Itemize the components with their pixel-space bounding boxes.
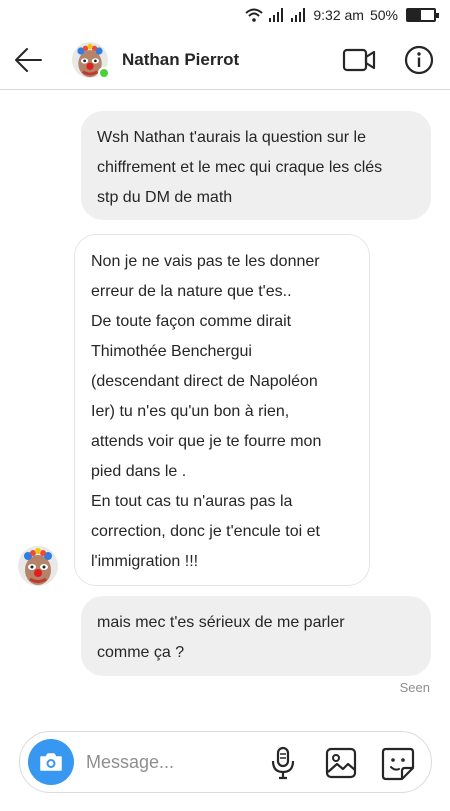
battery-level	[408, 10, 421, 20]
status-time: 9:32 am	[313, 7, 364, 23]
message-line: pied dans le .	[91, 463, 187, 480]
message-composer	[19, 731, 432, 793]
back-arrow-icon	[15, 48, 42, 72]
status-bar: 9:32 am 50%	[0, 0, 450, 30]
contact-avatar-button[interactable]	[72, 42, 110, 79]
camera-button[interactable]	[28, 739, 74, 785]
message-line: erreur de la nature que t'es..	[91, 283, 292, 300]
sticker-button[interactable]	[380, 746, 416, 782]
sender-avatar[interactable]	[18, 546, 58, 586]
video-camera-icon	[342, 48, 376, 72]
sent-message[interactable]: mais mec t'es sérieux de me parler comme…	[81, 596, 431, 676]
message-line: correction, donc je t'encule toi et	[91, 523, 320, 540]
message-line: Non je ne vais pas te les donner	[91, 253, 320, 270]
seen-indicator: Seen	[399, 680, 430, 695]
chat-header: Nathan Pierrot	[0, 30, 450, 90]
back-button[interactable]	[14, 47, 42, 73]
camera-icon	[40, 753, 62, 771]
microphone-icon	[271, 746, 295, 780]
gallery-button[interactable]	[324, 746, 358, 780]
video-call-button[interactable]	[342, 46, 376, 74]
gallery-icon	[325, 747, 357, 779]
message-input[interactable]	[86, 748, 266, 776]
battery-percentage: 50%	[369, 7, 398, 23]
message-line: l'immigration !!!	[91, 553, 199, 570]
info-icon	[404, 45, 434, 75]
message-line: attends voir que je te fourre mon	[91, 433, 322, 450]
signal-icon	[269, 8, 284, 22]
message-line: chiffrement et le mec qui craque les clé…	[97, 159, 383, 176]
sticker-icon	[381, 747, 415, 781]
contact-name[interactable]: Nathan Pierrot	[122, 50, 239, 70]
voice-message-button[interactable]	[270, 746, 296, 780]
sent-message[interactable]: Wsh Nathan t'aurais la question sur le c…	[81, 111, 431, 220]
message-line: comme ça ?	[97, 644, 185, 661]
battery-icon	[406, 8, 439, 22]
message-line: stp du DM de math	[97, 189, 233, 206]
message-line: Wsh Nathan t'aurais la question sur le	[97, 129, 366, 146]
message-line: De toute façon comme dirait	[91, 313, 292, 330]
received-message[interactable]: Non je ne vais pas te les donner erreur …	[74, 234, 370, 586]
message-line: (descendant direct de Napoléon	[91, 373, 318, 390]
signal-icon	[291, 8, 306, 22]
wifi-icon	[245, 8, 264, 22]
online-status-dot	[98, 67, 110, 79]
message-line: Thimothée Benchergui	[91, 343, 252, 360]
message-line: En tout cas tu n'auras pas la	[91, 493, 293, 510]
info-button[interactable]	[404, 45, 434, 75]
message-line: mais mec t'es sérieux de me parler	[97, 614, 345, 631]
message-line: Ier) tu n'es qu'un bon à rien,	[91, 403, 290, 420]
